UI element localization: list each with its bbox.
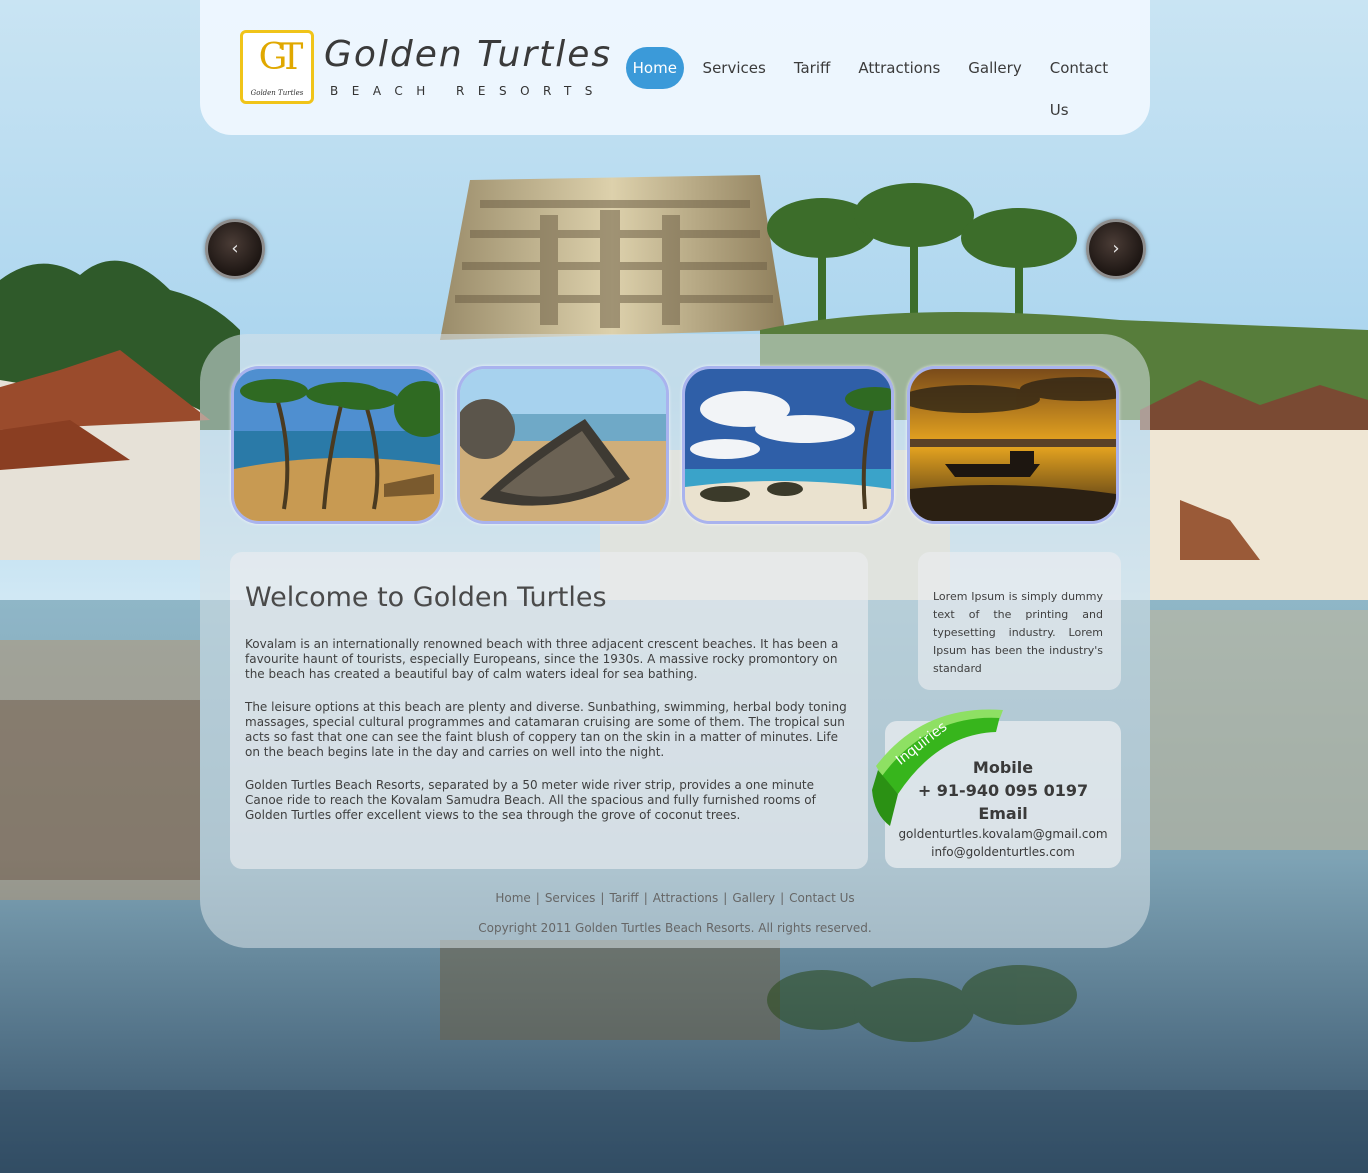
footer-link-services[interactable]: Services — [545, 891, 596, 905]
footer-link-contact-us[interactable]: Contact Us — [789, 891, 855, 905]
thumbnail-wooden-boat[interactable] — [457, 366, 669, 524]
nav-attractions[interactable]: Attractions — [849, 47, 949, 89]
logo[interactable]: GT Golden Turtles — [240, 30, 314, 104]
footer-link-attractions[interactable]: Attractions — [653, 891, 719, 905]
brand-tagline: BEACH RESORTS — [330, 84, 606, 98]
main-nav: Home Services Tariff Attractions Gallery… — [626, 47, 1150, 119]
email-link[interactable]: goldenturtles.kovalam@gmail.com — [885, 827, 1121, 841]
chevron-left-icon: ‹ — [231, 238, 239, 259]
thumbnail-tropical-island[interactable] — [682, 366, 894, 524]
welcome-paragraph: Golden Turtles Beach Resorts, separated … — [245, 778, 816, 822]
sidebar-text: Lorem Ipsum is simply dummy text of the … — [933, 590, 1103, 675]
nav-services[interactable]: Services — [694, 47, 775, 89]
thumbnail-palm-beach[interactable] — [231, 366, 443, 524]
welcome-paragraph: The leisure options at this beach are pl… — [245, 700, 847, 759]
brand-name: Golden Turtles — [324, 34, 613, 75]
chevron-right-icon: › — [1112, 238, 1120, 259]
thumbnail-sunset-boat[interactable] — [907, 366, 1119, 524]
nav-contact-us[interactable]: Contact Us — [1041, 47, 1140, 119]
mobile-number: + 91-940 095 0197 — [917, 781, 1089, 800]
sunset-boat-photo — [910, 369, 1116, 521]
footer-link-home[interactable]: Home — [495, 891, 530, 905]
palm-beach-photo — [234, 369, 440, 521]
site-header: GT Golden Turtles Golden Turtles BEACH R… — [200, 0, 1150, 135]
mobile-label: Mobile — [972, 758, 1034, 777]
nav-tariff[interactable]: Tariff — [785, 47, 840, 89]
welcome-title: Welcome to Golden Turtles — [245, 582, 607, 613]
slider-prev-button[interactable]: ‹ — [205, 219, 265, 279]
welcome-paragraph: Kovalam is an internationally renowned b… — [245, 637, 839, 681]
footer-link-gallery[interactable]: Gallery — [732, 891, 775, 905]
slider-next-button[interactable]: › — [1086, 219, 1146, 279]
footer-link-tariff[interactable]: Tariff — [609, 891, 638, 905]
email-label: Email — [978, 804, 1028, 823]
nav-home[interactable]: Home — [626, 47, 684, 89]
nav-gallery[interactable]: Gallery — [959, 47, 1030, 89]
copyright: Copyright 2011 Golden Turtles Beach Reso… — [478, 921, 872, 935]
logo-monogram: GT — [258, 37, 304, 78]
wooden-boat-photo — [460, 369, 666, 521]
email-link[interactable]: info@goldenturtles.com — [885, 845, 1121, 859]
footer-nav: Home | Services | Tariff | Attractions | Gallery… — [495, 891, 855, 905]
tropical-island-photo — [685, 369, 891, 521]
logo-badge-text: Golden Turtles — [250, 89, 304, 97]
